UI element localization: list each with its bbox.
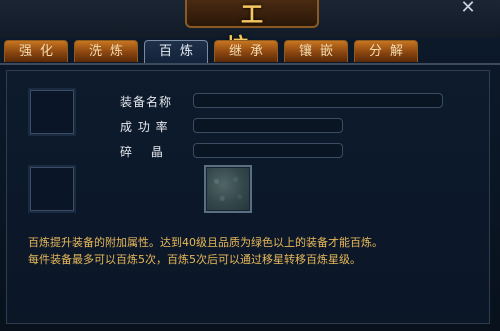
fragment-field [193, 143, 343, 158]
material-slot[interactable] [28, 165, 76, 213]
description-line-1: 百炼提升装备的附加属性。达到40级且品质为绿色以上的装备才能百炼。 [28, 236, 383, 249]
close-icon[interactable]: ✕ [458, 0, 478, 17]
equipment-name-field [193, 93, 443, 108]
tab-inlay[interactable]: 镶嵌 [284, 40, 348, 62]
tab-inherit[interactable]: 继承 [214, 40, 278, 62]
tab-bar: 强化 洗炼 百炼 继承 镶嵌 分解 [4, 40, 500, 64]
stone-icon [209, 170, 247, 208]
equipment-slot[interactable] [28, 88, 76, 136]
tab-enhance[interactable]: 强化 [4, 40, 68, 62]
description-line-2: 每件装备最多可以百炼5次，百炼5次后可以通过移星转移百炼星级。 [28, 253, 361, 266]
equipment-name-label: 装备名称 [120, 95, 173, 109]
tab-decompose[interactable]: 分解 [354, 40, 418, 62]
success-rate-field [193, 118, 343, 133]
tab-hundred-refine[interactable]: 百炼 [144, 40, 208, 64]
tab-divider [0, 63, 500, 65]
success-rate-label: 成 功 率 [120, 120, 169, 134]
refine-stone-slot[interactable] [204, 165, 252, 213]
fragment-label: 碎 晶 [120, 145, 164, 159]
workshop-window: 工 坊 ✕ 强化 洗炼 百炼 继承 镶嵌 分解 装备名称 成 功 率 碎 晶 百… [0, 0, 500, 331]
tab-refine[interactable]: 洗炼 [74, 40, 138, 62]
